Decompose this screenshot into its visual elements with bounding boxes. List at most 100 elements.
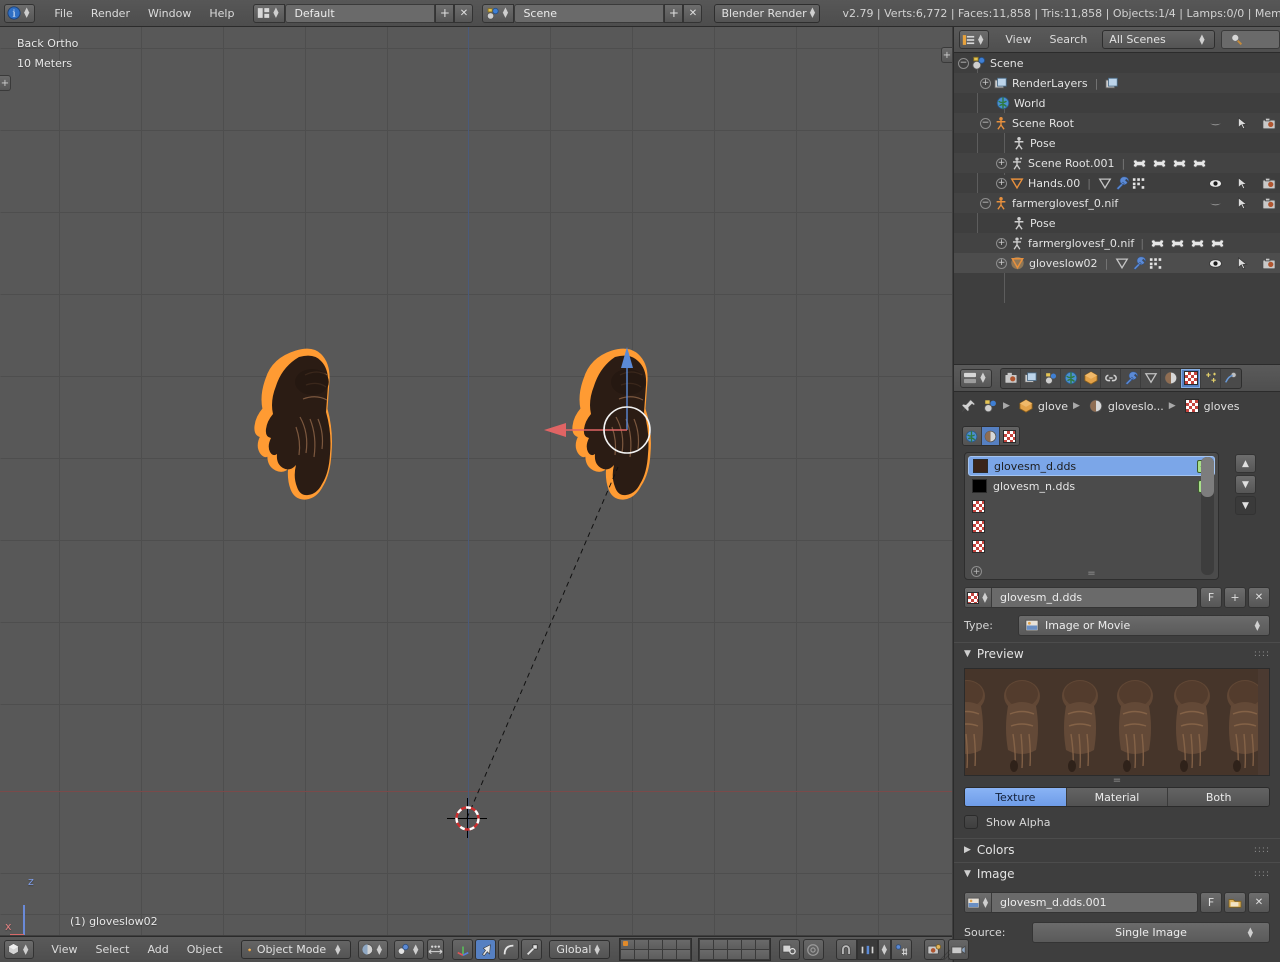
layer-cell[interactable] bbox=[756, 950, 769, 959]
mesh-data-icon[interactable] bbox=[1115, 257, 1129, 270]
resize-corner-grip[interactable] bbox=[939, 949, 951, 961]
outliner-row-gloveslow02[interactable]: + gloveslow02 | bbox=[954, 253, 1280, 273]
layer-cell[interactable] bbox=[700, 940, 713, 949]
cursor-icon[interactable] bbox=[1236, 117, 1249, 130]
render-engine-selector[interactable]: Blender Render ▲▼ bbox=[714, 4, 820, 23]
object-tab[interactable] bbox=[1081, 369, 1101, 388]
bone-icon[interactable] bbox=[1190, 238, 1205, 249]
menu-render[interactable]: Render bbox=[82, 4, 139, 23]
cursor-icon[interactable] bbox=[1236, 257, 1249, 270]
camera-icon[interactable] bbox=[1262, 197, 1276, 210]
viewport-menu-add[interactable]: Add bbox=[138, 940, 177, 959]
outliner-display-mode-spinner[interactable]: ▲▼ bbox=[975, 35, 986, 45]
preview-mode-both[interactable]: Both bbox=[1168, 788, 1269, 806]
texture-slot-row[interactable]: glovesm_d.dds ✓ bbox=[968, 456, 1215, 476]
bone-icon[interactable] bbox=[1210, 238, 1225, 249]
toolshelf-expand-button[interactable]: + bbox=[0, 75, 11, 91]
move-texture-slot-up-button[interactable]: ▲ bbox=[1235, 454, 1256, 473]
expander-icon[interactable]: − bbox=[980, 198, 991, 209]
viewport-menu-view[interactable]: View bbox=[42, 940, 86, 959]
snap-target-spinner[interactable]: ▲▼ bbox=[879, 945, 890, 955]
snap-element-button[interactable] bbox=[857, 939, 878, 960]
preview-mode-material[interactable]: Material bbox=[1067, 788, 1169, 806]
image-fake-user-button[interactable]: F bbox=[1200, 892, 1222, 913]
image-datablock-spinner[interactable]: ▲▼ bbox=[982, 898, 989, 908]
outliner-row-scene-root-001[interactable]: + Scene Root.001 | bbox=[954, 153, 1280, 173]
preview-panel-header[interactable]: ▼ Preview :::: bbox=[954, 642, 1280, 664]
expander-icon[interactable]: + bbox=[996, 258, 1007, 269]
outliner-search-field[interactable] bbox=[1221, 30, 1280, 49]
preview-mode-texture[interactable]: Texture bbox=[965, 788, 1067, 806]
cursor-icon[interactable] bbox=[1236, 177, 1249, 190]
layer-cell[interactable] bbox=[649, 950, 662, 959]
add-texture-slot-button[interactable]: + bbox=[971, 566, 982, 577]
layer-cell[interactable] bbox=[714, 950, 727, 959]
image-name-value[interactable]: glovesm_d.dds.001 bbox=[992, 896, 1115, 909]
texture-name-value[interactable]: glovesm_d.dds bbox=[992, 591, 1090, 604]
bone-icon-group[interactable] bbox=[1150, 238, 1225, 249]
scene-tab[interactable] bbox=[1041, 369, 1061, 388]
scrollbar-thumb[interactable] bbox=[1201, 457, 1214, 497]
layer-cell[interactable] bbox=[677, 950, 690, 959]
image-datablock-selector[interactable]: ▲▼ bbox=[965, 893, 992, 912]
bone-icon[interactable] bbox=[1170, 238, 1185, 249]
proportional-falloff-button[interactable] bbox=[803, 939, 824, 960]
texture-type-row[interactable]: Type: Image or Movie ▲▼ bbox=[964, 615, 1270, 636]
outliner-row-pose[interactable]: Pose bbox=[954, 133, 1280, 153]
texture-slot-row-empty[interactable] bbox=[968, 516, 1215, 536]
outliner-row-world[interactable]: World bbox=[954, 93, 1280, 113]
texture-tab[interactable] bbox=[1181, 369, 1201, 388]
layer-cell[interactable] bbox=[635, 950, 648, 959]
texture-context-tabs[interactable] bbox=[962, 426, 1020, 446]
eye-closed-icon[interactable] bbox=[1208, 198, 1223, 209]
layer-cell[interactable] bbox=[756, 940, 769, 949]
outliner-row-scene-root[interactable]: − Scene Root bbox=[954, 113, 1280, 133]
cube-icon[interactable] bbox=[1019, 399, 1033, 413]
layer-group-2[interactable] bbox=[698, 938, 771, 961]
outliner-menu-view[interactable]: View bbox=[996, 30, 1040, 49]
move-texture-slot-down-button[interactable]: ▼ bbox=[1235, 475, 1256, 494]
data-tab[interactable] bbox=[1141, 369, 1161, 388]
unlink-texture-button[interactable]: ✕ bbox=[1248, 587, 1270, 608]
proportional-edit-button[interactable] bbox=[779, 939, 800, 960]
properties-breadcrumb[interactable]: ▶ glove ▶ gloveslo... ▶ gloves bbox=[954, 392, 1280, 420]
texture-type-spinner[interactable]: ▲▼ bbox=[1252, 621, 1263, 631]
screen-layout-spinner[interactable]: ▲▼ bbox=[270, 8, 281, 18]
snap-magnet-button[interactable] bbox=[836, 939, 857, 960]
particles-tab[interactable] bbox=[1201, 369, 1221, 388]
mesh-sub-icons[interactable] bbox=[1098, 176, 1146, 190]
panel-drag-grip[interactable]: :::: bbox=[1254, 649, 1270, 659]
render-layers-tab[interactable] bbox=[1021, 369, 1041, 388]
new-texture-button[interactable]: + bbox=[1224, 587, 1246, 608]
panel-drag-grip[interactable]: :::: bbox=[1254, 845, 1270, 855]
texture-slot-row-empty[interactable] bbox=[968, 496, 1215, 516]
show-alpha-checkbox[interactable] bbox=[964, 815, 978, 829]
eye-open-icon[interactable] bbox=[1208, 258, 1223, 269]
eye-open-icon[interactable] bbox=[1208, 178, 1223, 189]
wrench-icon[interactable] bbox=[1132, 256, 1146, 270]
list-resize-grip[interactable]: = bbox=[1087, 571, 1095, 577]
scene-spinner[interactable]: ▲▼ bbox=[500, 8, 511, 18]
layer-cell[interactable] bbox=[728, 950, 741, 959]
outliner-scene-filter[interactable]: All Scenes ▲▼ bbox=[1102, 30, 1214, 49]
transform-orientation-dropdown[interactable]: Global ▲▼ bbox=[549, 940, 609, 959]
view3d-editor-type-button[interactable]: ▲▼ bbox=[4, 940, 34, 959]
texture-fake-user-button[interactable]: F bbox=[1200, 587, 1222, 608]
scene-selector[interactable]: ▲▼ bbox=[482, 4, 514, 23]
outliner-row-toggles[interactable] bbox=[1208, 193, 1276, 213]
expander-icon[interactable]: + bbox=[996, 158, 1007, 169]
outliner-row-renderlayers[interactable]: + RenderLayers | bbox=[954, 73, 1280, 93]
camera-icon[interactable] bbox=[1262, 177, 1276, 190]
breadcrumb-object-label[interactable]: glove bbox=[1038, 400, 1068, 413]
panel-drag-grip[interactable]: :::: bbox=[1254, 869, 1270, 879]
render-tab[interactable] bbox=[1001, 369, 1021, 388]
outliner-display-mode-button[interactable]: ▲▼ bbox=[959, 30, 989, 49]
layer-cell[interactable] bbox=[635, 940, 648, 949]
open-image-button[interactable] bbox=[1224, 892, 1246, 913]
scale-manipulator-button[interactable] bbox=[521, 939, 542, 960]
texture-slot-list[interactable]: glovesm_d.dds ✓ glovesm_n.dds ✓ + bbox=[964, 452, 1219, 580]
show-alpha-row[interactable]: Show Alpha bbox=[964, 815, 1270, 829]
scene-layers[interactable] bbox=[619, 938, 771, 961]
bone-icon[interactable] bbox=[1192, 158, 1207, 169]
checker-icon[interactable] bbox=[1185, 399, 1199, 413]
